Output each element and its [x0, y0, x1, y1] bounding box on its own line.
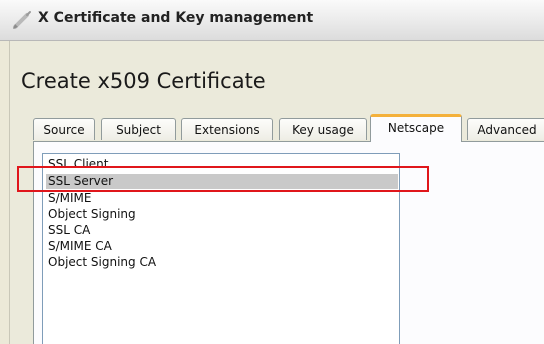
list-item-smime-ca[interactable]: S/MIME CA	[48, 239, 399, 254]
tab-netscape[interactable]: Netscape	[370, 114, 462, 142]
app-window: X Certificate and Key management Create …	[0, 0, 544, 344]
title-bar[interactable]: X Certificate and Key management	[0, 0, 544, 41]
page-title: Create x509 Certificate	[21, 69, 266, 93]
list-item-object-signing[interactable]: Object Signing	[48, 207, 399, 222]
window-title: X Certificate and Key management	[38, 10, 314, 26]
list-item-smime[interactable]: S/MIME	[48, 191, 399, 206]
tab-extensions[interactable]: Extensions	[181, 118, 273, 140]
tab-subject[interactable]: Subject	[101, 118, 176, 140]
annotation-highlight-box	[17, 166, 429, 192]
pencil-icon	[13, 11, 31, 29]
list-item-object-signing-ca[interactable]: Object Signing CA	[48, 255, 399, 270]
tab-advanced[interactable]: Advanced	[467, 118, 544, 140]
tab-key-usage[interactable]: Key usage	[279, 118, 367, 140]
tab-source[interactable]: Source	[33, 118, 95, 140]
list-item-ssl-ca[interactable]: SSL CA	[48, 223, 399, 238]
